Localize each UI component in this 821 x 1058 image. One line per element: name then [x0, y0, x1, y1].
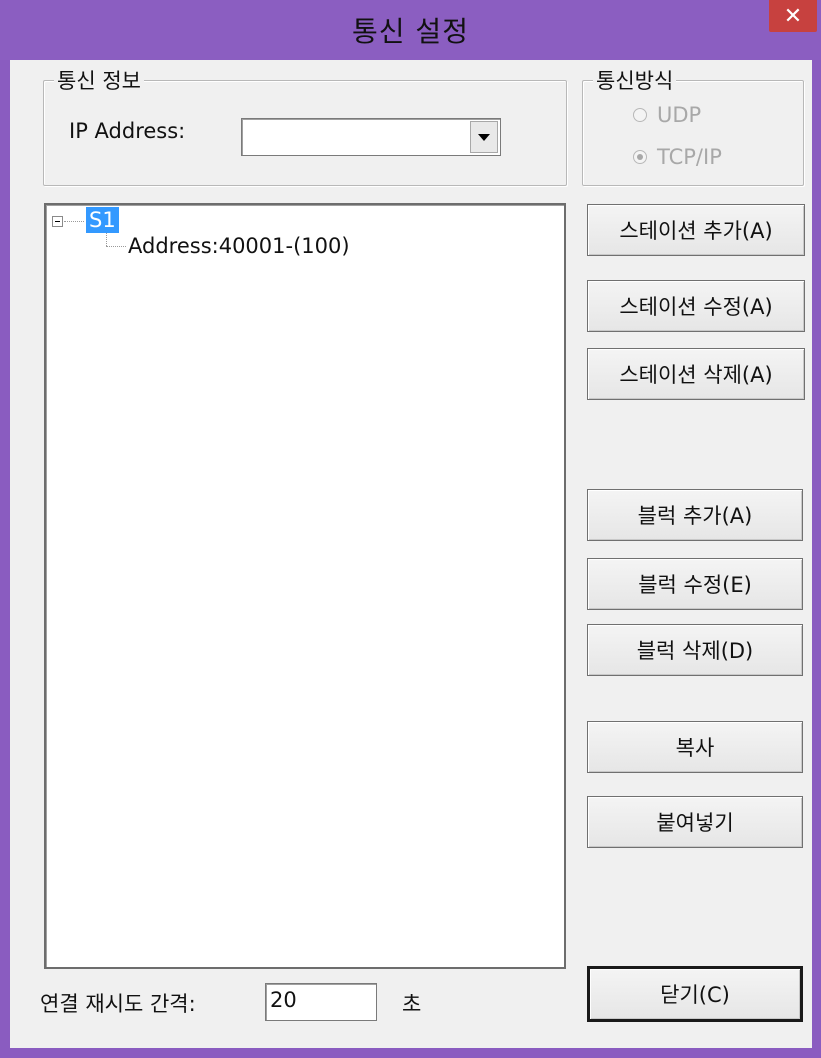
tree-node-block[interactable]: Address:40001-(100): [128, 233, 350, 259]
chevron-down-icon: [478, 133, 490, 141]
tree-node-station[interactable]: S1: [86, 207, 119, 233]
window-title: 통신 설정: [352, 15, 469, 48]
radio-udp[interactable]: UDP: [633, 103, 701, 127]
close-icon: ✕: [783, 3, 803, 29]
radio-tcpip-label: TCP/IP: [657, 145, 722, 169]
comm-info-legend: 통신 정보: [54, 65, 144, 95]
tree-connector: [64, 221, 84, 222]
delete-station-button[interactable]: 스테이션 삭제(A): [587, 348, 805, 400]
retry-interval-value: 20: [270, 988, 297, 1012]
comm-method-group: 통신방식 UDP TCP/IP: [582, 65, 804, 186]
delete-block-button[interactable]: 블럭 삭제(D): [587, 624, 803, 676]
tree-connector: [106, 246, 126, 247]
ip-address-label: IP Address:: [69, 119, 186, 143]
ip-address-combobox[interactable]: [241, 118, 501, 156]
close-button[interactable]: 닫기(C): [587, 966, 803, 1022]
retry-interval-unit: 초: [402, 992, 422, 1016]
paste-button[interactable]: 붙여넣기: [587, 796, 803, 848]
radio-tcpip[interactable]: TCP/IP: [633, 145, 722, 169]
edit-block-button[interactable]: 블럭 수정(E): [587, 558, 803, 610]
radio-tcpip-circle[interactable]: [633, 150, 647, 164]
title-bar: 통신 설정 ✕: [0, 0, 821, 60]
radio-udp-circle[interactable]: [633, 108, 647, 122]
edit-station-button[interactable]: 스테이션 수정(A): [587, 280, 805, 332]
comm-info-group: 통신 정보 IP Address:: [43, 65, 567, 186]
close-window-button[interactable]: ✕: [769, 0, 817, 32]
retry-interval-label: 연결 재시도 간격:: [40, 992, 196, 1016]
add-station-button[interactable]: 스테이션 추가(A): [587, 204, 805, 256]
comm-method-legend: 통신방식: [593, 65, 677, 95]
ip-dropdown-button[interactable]: [470, 121, 498, 153]
radio-udp-label: UDP: [657, 103, 702, 127]
dialog-client-area: 통신 정보 IP Address: 통신방식 UDP TCP/IP S1 Add…: [10, 60, 812, 1048]
copy-button[interactable]: 복사: [587, 721, 803, 773]
collapse-icon[interactable]: [52, 216, 63, 227]
retry-interval-input[interactable]: 20: [265, 983, 377, 1021]
station-tree-view[interactable]: S1 Address:40001-(100): [44, 203, 566, 969]
add-block-button[interactable]: 블럭 추가(A): [587, 489, 803, 541]
tree-connector: [106, 233, 107, 246]
